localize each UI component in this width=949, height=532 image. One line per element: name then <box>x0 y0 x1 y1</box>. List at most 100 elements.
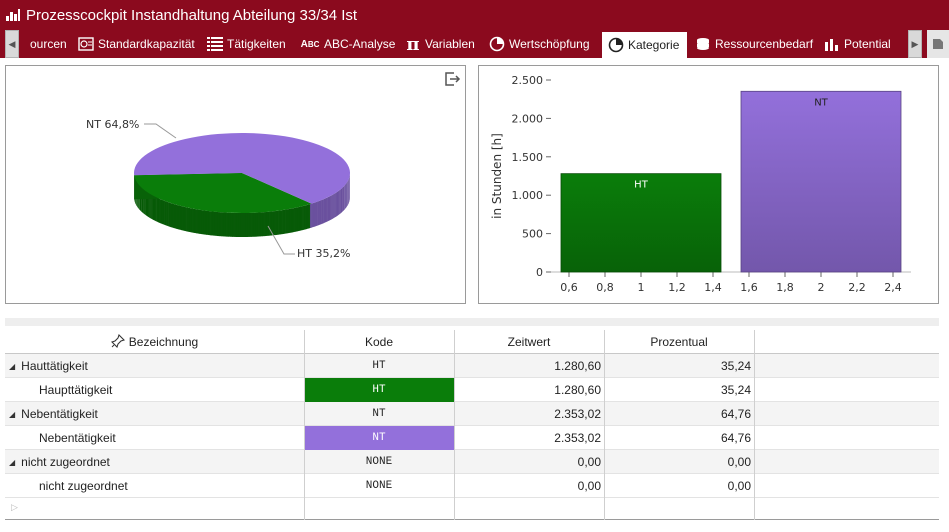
expand-toggle-icon[interactable]: ◢ <box>9 410 15 419</box>
x-tick-label: 1 <box>638 281 645 294</box>
x-tick-label: 2,2 <box>848 281 866 294</box>
cell-prozentual: 0,00 <box>604 450 754 474</box>
x-tick-label: 1,6 <box>740 281 758 294</box>
pie-label-nt: NT 64,8% <box>86 118 139 131</box>
cell-text: Hauttätigkeit <box>21 359 88 373</box>
column-label: Kode <box>364 335 394 349</box>
column-header-kode[interactable]: Kode <box>304 330 454 354</box>
cell-text: 2.353,02 <box>554 431 601 445</box>
bar-label: NT <box>814 97 828 108</box>
bar-chart: 0 500 1.000 1.500 2.000 2.500 0,6 0,8 1 1,2 1,4 1,6… <box>490 74 911 294</box>
tab-label: Standardkapazität <box>98 37 195 51</box>
tab-label: Wertschöpfung <box>509 37 590 51</box>
tab-ressourcenbedarf[interactable]: Ressourcenbedarf <box>695 30 817 58</box>
column-header-bezeichnung[interactable]: Bezeichnung <box>5 330 304 354</box>
cell-text: Nebentätigkeit <box>39 431 116 445</box>
bar-chart-panel: 0 500 1.000 1.500 2.000 2.500 0,6 0,8 1 1,2 1,4 1,6… <box>478 65 939 304</box>
cell-zeitwert: 2.353,02 <box>454 426 604 450</box>
pie-icon <box>608 37 624 53</box>
column-header-zeitwert[interactable]: Zeitwert <box>454 330 604 354</box>
cell-text: 1.280,60 <box>554 359 601 373</box>
cell-text: nicht zugeordnet <box>39 479 128 493</box>
pie-label-ht: HT 35,2% <box>297 247 350 260</box>
cell-prozentual: 35,24 <box>604 354 754 378</box>
y-tick-label: 2.000 <box>512 112 544 125</box>
expand-toggle-icon[interactable]: ◢ <box>9 458 15 467</box>
tab-potential[interactable]: Potential <box>824 30 898 58</box>
cell-zeitwert: 2.353,02 <box>454 402 604 426</box>
table-row[interactable]: nicht zugeordnet NONE 0,00 0,00 <box>5 474 939 498</box>
grid-separator <box>5 318 939 326</box>
cell-kode: NT <box>304 402 454 426</box>
cell-text: 0,00 <box>577 455 601 469</box>
x-tick-label: 2 <box>818 281 825 294</box>
cell-text: 0,00 <box>577 479 601 493</box>
column-label: Zeitwert <box>507 335 551 349</box>
y-tick-label: 1.500 <box>512 151 544 164</box>
tab-taetigkeiten[interactable]: Tätigkeiten <box>207 30 293 58</box>
export-icon[interactable] <box>443 70 461 88</box>
tab-label: Kategorie <box>628 38 680 52</box>
cell-bezeichnung: ◢ Hauttätigkeit <box>5 354 304 378</box>
x-tick-label: 2,4 <box>884 281 902 294</box>
category-grid: Bezeichnung Kode Zeitwert Prozentual ◢ Ha… <box>5 330 939 520</box>
new-row-indicator[interactable]: ▷ <box>11 502 18 513</box>
cell-text: 35,24 <box>720 383 751 397</box>
cell-bezeichnung: nicht zugeordnet <box>5 474 304 498</box>
column-label: Bezeichnung <box>128 335 199 349</box>
group-row[interactable]: ◢ nicht zugeordnet NONE 0,00 0,00 <box>5 450 939 474</box>
x-tick-label: 0,8 <box>596 281 614 294</box>
title-bar: Prozesscockpit Instandhaltung Abteilung … <box>0 0 949 30</box>
cell-text: nicht zugeordnet <box>21 455 110 469</box>
tab-wertschoepfung[interactable]: Wertschöpfung <box>489 30 597 58</box>
expand-toggle-icon[interactable]: ◢ <box>9 362 15 371</box>
table-row[interactable]: Nebentätigkeit NT 2.353,02 64,76 <box>5 426 939 450</box>
app-chart-icon <box>6 9 20 21</box>
cell-kode: NT <box>304 426 454 450</box>
y-axis-label: in Stunden [h] <box>490 133 504 219</box>
panel-options-button[interactable] <box>927 30 949 58</box>
tab-label: ourcen <box>30 37 67 51</box>
cell-zeitwert: 0,00 <box>454 450 604 474</box>
cell-text: 2.353,02 <box>554 407 601 421</box>
pin-icon[interactable] <box>110 333 125 351</box>
cell-text: NONE <box>365 480 393 492</box>
tab-scroll-left-button[interactable]: ◀ <box>5 30 19 58</box>
cell-zeitwert: 0,00 <box>454 474 604 498</box>
cell-prozentual: 0,00 <box>604 474 754 498</box>
tab-label: Variablen <box>425 37 475 51</box>
column-header-prozentual[interactable]: Prozentual <box>604 330 754 354</box>
cell-text: 35,24 <box>720 359 751 373</box>
abc-icon: A BC <box>300 38 320 50</box>
cell-text: HT <box>372 360 386 372</box>
tab-ressourcen[interactable]: ourcen <box>30 30 70 58</box>
cell-text: 64,76 <box>720 407 751 421</box>
tab-standardkapazitaet[interactable]: Standardkapazität <box>78 30 200 58</box>
cell-text: 1.280,60 <box>554 383 601 397</box>
cell-prozentual: 64,76 <box>604 426 754 450</box>
group-row[interactable]: ◢ Hauttätigkeit HT 1.280,60 35,24 <box>5 354 939 378</box>
x-tick-label: 1,8 <box>776 281 794 294</box>
tab-label: ABC-Analyse <box>324 37 396 51</box>
pie-chart-panel: NT 64,8% HT 35,2% <box>5 65 466 304</box>
tab-abc-analyse[interactable]: A BC ABC-Analyse <box>300 30 396 58</box>
tab-bar: ◀ ourcen Standardkapazität Tätigkeiten A… <box>0 30 949 58</box>
group-row[interactable]: ◢ Nebentätigkeit NT 2.353,02 64,76 <box>5 402 939 426</box>
grid-header: Bezeichnung Kode Zeitwert Prozentual <box>5 330 939 354</box>
table-row[interactable]: Haupttätigkeit HT 1.280,60 35,24 <box>5 378 939 402</box>
pie-slice-side <box>310 203 312 229</box>
cell-text: 0,00 <box>727 455 751 469</box>
cell-kode: NONE <box>304 450 454 474</box>
pi-icon: π <box>406 33 420 55</box>
tab-scroll-right-button[interactable]: ▶ <box>908 30 922 58</box>
cell-bezeichnung: Nebentätigkeit <box>5 426 304 450</box>
x-tick-label: 0,6 <box>560 281 578 294</box>
cell-text: 0,00 <box>727 479 751 493</box>
pie-icon <box>489 36 505 52</box>
capacity-icon <box>78 36 94 52</box>
column-label: Prozentual <box>650 335 708 349</box>
tab-kategorie[interactable]: Kategorie <box>602 30 687 58</box>
tab-label: Ressourcenbedarf <box>715 37 814 51</box>
tab-variablen[interactable]: π Variablen <box>405 30 479 58</box>
list-icon <box>207 36 223 52</box>
